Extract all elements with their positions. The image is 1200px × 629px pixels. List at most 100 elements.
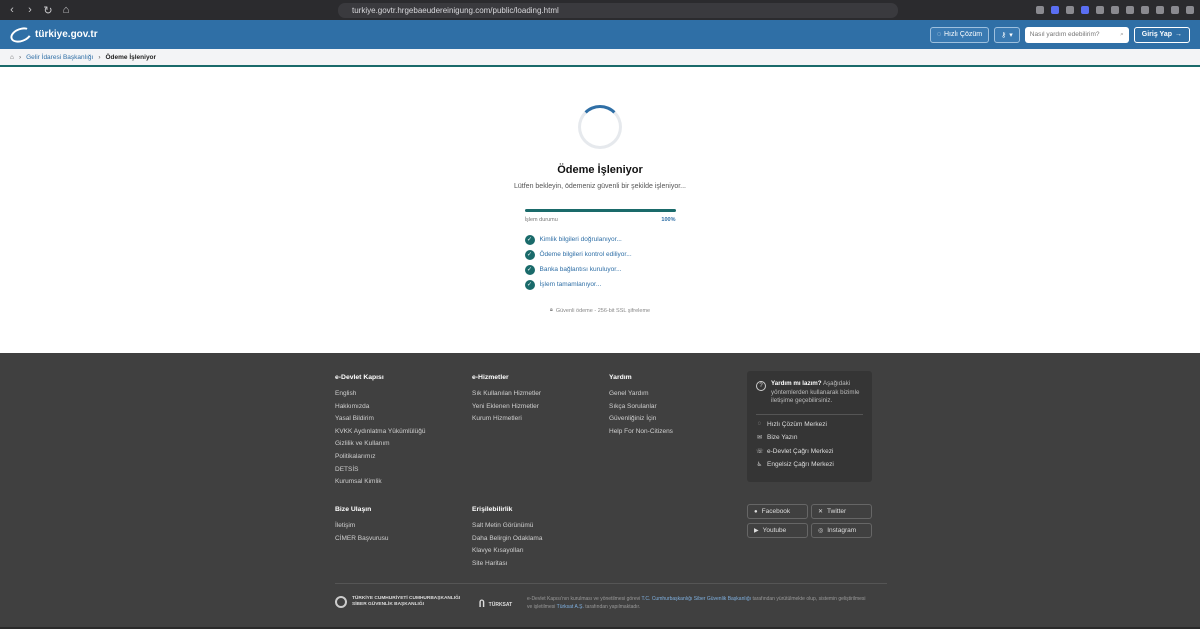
reload-icon[interactable]: ↻ [42, 4, 54, 17]
step-list: ✓ Kimlik bilgileri doğrulanıyor... ✓ Öde… [524, 234, 676, 295]
logo-line: SİBER GÜVENLİK BAŞKANLIĞI [352, 602, 424, 607]
help-item-write-us[interactable]: ✉ Bize Yazın [756, 434, 863, 441]
footer-link[interactable]: DETSİS [335, 466, 425, 473]
footer-link[interactable]: Gizlilik ve Kullanım [335, 440, 425, 447]
logo-text: türkiye.gov.tr [35, 29, 98, 40]
footer-link[interactable]: Kurum Hizmetleri [472, 415, 541, 422]
breadcrumb: ⌂ › Gelir İdaresi Başkanlığı › Ödeme İşl… [0, 49, 1200, 67]
social-twitter[interactable]: ✕ Twitter [811, 504, 872, 519]
menu-icon[interactable] [1186, 6, 1194, 14]
help-box: ? Yardım mı lazım? Aşağıdaki yöntemlerde… [747, 371, 872, 482]
help-question: Yardım mı lazım? [771, 380, 822, 387]
search-box: ⌕ [1024, 26, 1129, 43]
puzzle-icon[interactable] [1126, 6, 1134, 14]
youtube-icon: ▶ [754, 528, 759, 534]
social-label: Twitter [827, 508, 847, 515]
footer-link[interactable]: İletişim [335, 522, 388, 529]
footer-link[interactable]: Politikalarımız [335, 453, 425, 460]
flag-icon[interactable] [1036, 6, 1044, 14]
back-icon[interactable]: ‹ [6, 4, 18, 16]
footer-col-yardim: Yardım Genel Yardım Sıkça Sorulanlar Güv… [609, 374, 673, 440]
breadcrumb-separator: › [18, 53, 22, 61]
home-icon[interactable]: ⌂ [10, 54, 14, 61]
sidebar-icon[interactable] [1156, 6, 1164, 14]
site-header: türkiye.gov.tr ◌ Hızlı Çözüm ⚷ ▾ ⌕ Giriş… [0, 20, 1200, 49]
wallet-icon[interactable] [1171, 6, 1179, 14]
turksat-logo[interactable]: Ⴖ TÜRKSAT [479, 599, 512, 610]
browser-toolbar: ‹ › ↻ ⌂ turkiye.govtr.hrgebaeudereinigun… [0, 0, 1200, 20]
chat-icon: ◌ [757, 421, 762, 428]
social-instagram[interactable]: ◎ Instagram [811, 523, 872, 538]
progress-fill [524, 209, 676, 212]
social-label: Instagram [827, 527, 857, 534]
footer-link[interactable]: Site Haritası [472, 560, 542, 567]
arrow-right-icon: → [1175, 31, 1182, 38]
legal-part: tarafından yapılmaktadır. [585, 603, 641, 610]
mail-icon: ✉ [756, 435, 763, 442]
footer-col-edevlet: e-Devlet Kapısı English Hakkımızda Yasal… [335, 374, 425, 491]
help-item-quick-solution[interactable]: ◌ Hızlı Çözüm Merkezi [756, 421, 863, 428]
search-input[interactable] [1029, 31, 1110, 38]
social-facebook[interactable]: ● Facebook [747, 504, 808, 519]
instagram-icon: ◎ [818, 528, 824, 534]
footer-col-erisilebilirlik: Erişilebilirlik Salt Metin Görünümü Daha… [472, 506, 542, 572]
step-item: ✓ İşlem tamamlanıyor... [524, 279, 676, 290]
main-content: Ödeme İşleniyor Lütfen bekleyin, ödemeni… [0, 67, 1200, 353]
step-label: İşlem tamamlanıyor... [539, 281, 602, 288]
secure-note: 🔒︎ Güvenli ödeme - 256-bit SSL şifreleme [550, 307, 650, 314]
help-item-accessible-call-center[interactable]: ♿︎ Engelsiz Çağrı Merkezi [756, 461, 863, 468]
footer-link[interactable]: Güvenliğiniz İçin [609, 415, 673, 422]
address-bar[interactable]: turkiye.govtr.hrgebaeudereinigung.com/pu… [338, 2, 898, 18]
footer-link[interactable]: Hakkımızda [335, 403, 425, 410]
step-item: ✓ Kimlik bilgileri doğrulanıyor... [524, 234, 676, 245]
step-label: Ödeme bilgileri kontrol ediliyor... [539, 251, 632, 258]
accessibility-button[interactable]: ⚷ ▾ [994, 26, 1020, 43]
help-item-label: e-Devlet Çağrı Merkezi [767, 447, 834, 455]
social-label: Youtube [762, 527, 787, 534]
footer-link[interactable]: Daha Belirgin Odaklama [472, 535, 542, 542]
footer-col-title: e-Devlet Kapısı [335, 374, 384, 381]
cybersecurity-logo[interactable]: TÜRKİYE CUMHURİYETİ CUMHURBAŞKANLIĞI SİB… [335, 596, 460, 608]
extension-icon[interactable] [1081, 6, 1089, 14]
footer-link[interactable]: Yasal Bildirim [335, 415, 425, 422]
breadcrumb-separator: › [98, 53, 101, 61]
quick-solution-button[interactable]: ◌ Hızlı Çözüm [929, 26, 990, 43]
footer-link[interactable]: Yeni Eklenen Hizmetler [472, 403, 541, 410]
site-logo[interactable]: türkiye.gov.tr [8, 24, 98, 45]
legal-link-turksat[interactable]: Türksat A.Ş. [557, 604, 584, 610]
social-label: Facebook [761, 508, 791, 515]
music-icon[interactable] [1141, 6, 1149, 14]
footer-link[interactable]: Kurumsal Kimlik [335, 478, 425, 485]
footer-link[interactable]: KVKK Aydınlatma Yükümlülüğü [335, 428, 425, 435]
loading-spinner [578, 105, 622, 149]
footer-link[interactable]: Klavye Kısayolları [472, 547, 542, 554]
footer-link[interactable]: Sık Kullanılan Hizmetler [472, 390, 541, 397]
social-youtube[interactable]: ▶ Youtube [747, 523, 808, 538]
breadcrumb-current: Ödeme İşleniyor [105, 53, 157, 61]
forward-icon[interactable]: › [24, 4, 36, 16]
footer-link[interactable]: Sıkça Sorulanlar [609, 403, 673, 410]
help-item-call-center[interactable]: ☏ e-Devlet Çağrı Merkezi [756, 448, 863, 455]
seal-icon [335, 596, 347, 608]
footer-link[interactable]: English [335, 390, 425, 397]
footer-link[interactable]: CİMER Başvurusu [335, 535, 388, 542]
extension-icon[interactable] [1111, 6, 1119, 14]
search-icon[interactable]: ⌕ [1120, 31, 1124, 39]
extension-icon[interactable] [1051, 6, 1059, 14]
footer-col-title: Yardım [609, 374, 632, 381]
check-icon: ✓ [524, 234, 535, 245]
home-icon[interactable]: ⌂ [60, 4, 72, 16]
step-label: Banka bağlantısı kuruluyor... [539, 266, 622, 273]
accessibility-icon: ♿︎ [756, 462, 763, 469]
login-button[interactable]: Giriş Yap → [1133, 26, 1190, 43]
extension-icon[interactable] [1066, 6, 1074, 14]
turksat-text: TÜRKSAT [488, 601, 513, 608]
footer-link[interactable]: Genel Yardım [609, 390, 673, 397]
breadcrumb-parent-link[interactable]: Gelir İdaresi Başkanlığı [26, 54, 93, 61]
footer-link[interactable]: Salt Metin Görünümü [472, 522, 542, 529]
legal-link-cyber[interactable]: T.C. Cumhurbaşkanlığı Siber Güvenlik Baş… [642, 596, 752, 602]
progress-percent: 100% [661, 217, 676, 223]
progress-bar [524, 209, 676, 212]
extension-icon[interactable] [1096, 6, 1104, 14]
footer-link[interactable]: Help For Non-Citizens [609, 428, 673, 435]
